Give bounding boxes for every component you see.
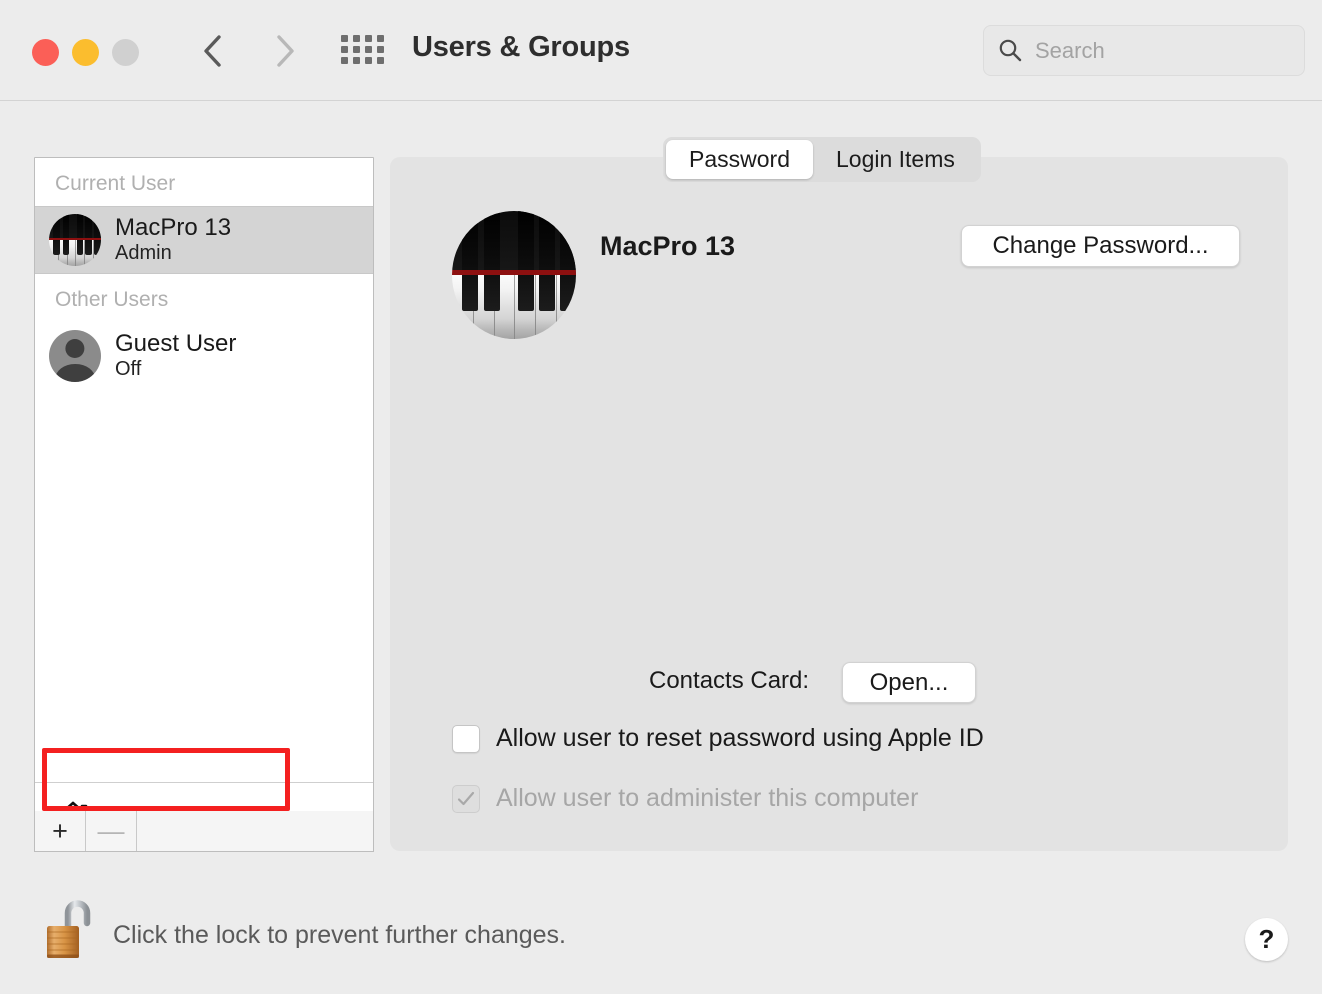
unlocked-padlock-icon[interactable] [42, 896, 94, 962]
sidebar-user-name: Guest User [115, 330, 237, 358]
chevron-left-icon [203, 35, 221, 67]
page-title: Users & Groups [412, 31, 630, 63]
tab-password[interactable]: Password [666, 140, 813, 179]
remove-user-button: — [86, 811, 137, 851]
minimize-window-button[interactable] [72, 39, 99, 66]
contacts-card-label: Contacts Card: [649, 667, 810, 694]
lock-status-message: Click the lock to prevent further change… [113, 921, 567, 949]
person-body-shape [55, 364, 95, 382]
user-full-name: MacPro 13 [600, 231, 736, 261]
user-avatar-large[interactable] [452, 211, 576, 339]
traffic-lights [32, 39, 139, 66]
search-icon [999, 39, 1022, 62]
sidebar-user-guest[interactable]: Guest User Off [35, 322, 373, 390]
checkbox-row-administer-computer: Allow user to administer this computer [452, 784, 918, 813]
users-list-sidebar: Current User MacPro 13 Admin Other Users [34, 157, 374, 851]
show-all-preferences-icon[interactable] [341, 35, 387, 67]
avatar [49, 214, 101, 266]
tab-login-items[interactable]: Login Items [813, 140, 978, 179]
sidebar-user-name: MacPro 13 [115, 214, 232, 242]
search-input[interactable]: Search [983, 25, 1305, 76]
search-placeholder: Search [1035, 37, 1105, 63]
help-button[interactable]: ? [1245, 918, 1288, 961]
back-button[interactable] [190, 28, 234, 74]
piano-black-keys [49, 214, 101, 255]
sidebar-user-macpro-13[interactable]: MacPro 13 Admin [35, 206, 373, 274]
piano-black-keys [452, 211, 576, 311]
sidebar-user-text: MacPro 13 Admin [115, 214, 232, 265]
checkbox-allow-reset-password[interactable] [452, 724, 480, 753]
piano-shadow [452, 318, 576, 339]
close-window-button[interactable] [32, 39, 59, 66]
window-titlebar: Users & Groups Search [0, 0, 1322, 101]
sidebar-user-status: Off [115, 358, 142, 381]
piano-red-felt-line [49, 237, 101, 240]
forward-button[interactable] [262, 28, 306, 74]
change-password-button[interactable]: Change Password... [961, 225, 1240, 267]
checkmark-icon [457, 791, 475, 805]
maximize-window-button[interactable] [112, 39, 139, 66]
sidebar-user-text: Guest User Off [115, 330, 237, 381]
chevron-right-icon [276, 35, 294, 67]
avatar [49, 330, 101, 382]
piano-red-felt-line [452, 269, 576, 275]
add-remove-user-toolbar: + — [34, 811, 374, 852]
group-header-current-user: Current User [35, 158, 373, 206]
piano-shadow [49, 257, 101, 266]
checkbox-allow-administer [452, 784, 480, 813]
tab-bar: Password Login Items [663, 137, 981, 182]
person-head-shape [65, 338, 85, 359]
open-contacts-card-button[interactable]: Open... [842, 662, 976, 703]
checkbox-label: Allow user to reset password using Apple… [496, 724, 984, 752]
add-user-button[interactable]: + [35, 811, 86, 851]
group-header-other-users: Other Users [35, 274, 373, 322]
checkbox-label: Allow user to administer this computer [496, 784, 919, 812]
sidebar-user-status: Admin [115, 242, 172, 265]
checkbox-row-reset-password[interactable]: Allow user to reset password using Apple… [452, 724, 984, 753]
